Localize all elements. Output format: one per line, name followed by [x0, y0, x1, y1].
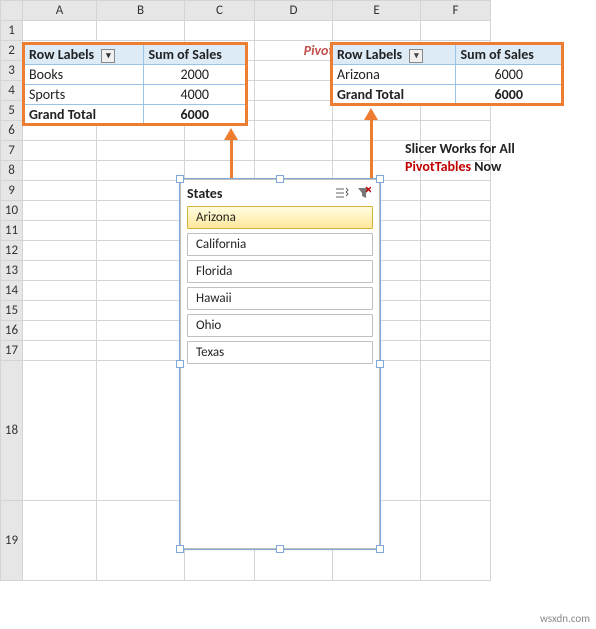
row-header-1[interactable]: 1 — [1, 21, 23, 41]
slicer-states[interactable]: States Arizona California Florida Hawaii… — [180, 179, 380, 549]
pivot1-row0-value: 2000 — [144, 65, 246, 85]
resize-handle-nw[interactable] — [176, 175, 184, 183]
resize-handle-ne[interactable] — [376, 175, 384, 183]
slicer-item-texas[interactable]: Texas — [187, 341, 373, 364]
pivot1-total-value: 6000 — [144, 105, 246, 125]
row-header-3[interactable]: 3 — [1, 61, 23, 81]
row-header-4[interactable]: 4 — [1, 81, 23, 101]
col-header-F[interactable]: F — [421, 1, 491, 21]
row-header-17[interactable]: 17 — [1, 341, 23, 361]
slicer-item-arizona[interactable]: Arizona — [187, 206, 373, 229]
row-header-5[interactable]: 5 — [1, 101, 23, 121]
pivot1-rowlabels-header[interactable]: Row Labels ▾ — [25, 45, 144, 65]
pivot2-total-label: Grand Total — [333, 85, 456, 105]
annotation-mid: PivotTables — [405, 158, 471, 175]
pivot2-values-header: Sum of Sales — [456, 45, 562, 65]
pivot2-row0-value: 6000 — [456, 65, 562, 85]
arrowhead-pivot1-icon — [224, 128, 238, 140]
slicer-item-florida[interactable]: Florida — [187, 260, 373, 283]
pivot1-row1-label: Sports — [25, 85, 144, 105]
pivot2-total-value: 6000 — [456, 85, 562, 105]
resize-handle-w[interactable] — [176, 360, 184, 368]
row-header-14[interactable]: 14 — [1, 281, 23, 301]
col-header-B[interactable]: B — [97, 1, 185, 21]
row-header-18[interactable]: 18 — [1, 361, 23, 501]
row-header-6[interactable]: 6 — [1, 121, 23, 141]
select-all-corner[interactable] — [1, 1, 23, 21]
pivot-table-1[interactable]: Row Labels ▾ Sum of Sales Books2000 Spor… — [24, 44, 246, 125]
pivot-table-2[interactable]: Row Labels ▾ Sum of Sales Arizona6000 Gr… — [332, 44, 562, 105]
pivot2-row0-label: Arizona — [333, 65, 456, 85]
arrowhead-pivot2-icon — [364, 108, 378, 120]
table-row[interactable]: Arizona6000 — [333, 65, 562, 85]
row-header-13[interactable]: 13 — [1, 261, 23, 281]
resize-handle-sw[interactable] — [176, 545, 184, 553]
pivot2-filter-dropdown[interactable]: ▾ — [409, 49, 423, 63]
slicer-header[interactable]: States — [181, 180, 379, 206]
resize-handle-s[interactable] — [276, 545, 284, 553]
slicer-item-hawaii[interactable]: Hawaii — [187, 287, 373, 310]
row-header-2[interactable]: 2 — [1, 41, 23, 61]
row-header-12[interactable]: 12 — [1, 241, 23, 261]
arrow-to-pivot1 — [230, 138, 233, 180]
row-header-11[interactable]: 11 — [1, 221, 23, 241]
annotation-text: Slicer Works for All PivotTables Now — [405, 140, 575, 176]
slicer-item-ohio[interactable]: Ohio — [187, 314, 373, 337]
clear-filter-icon[interactable] — [355, 184, 373, 202]
pivot2-rowlabels-header[interactable]: Row Labels ▾ — [333, 45, 456, 65]
pivot2-total-row[interactable]: Grand Total6000 — [333, 85, 562, 105]
pivot1-filter-dropdown[interactable]: ▾ — [101, 49, 115, 63]
arrow-to-pivot2 — [370, 118, 373, 180]
pivot1-row1-value: 4000 — [144, 85, 246, 105]
col-header-C[interactable]: C — [185, 1, 255, 21]
pivot1-row0-label: Books — [25, 65, 144, 85]
pivot2-rowlabels-text: Row Labels — [337, 46, 402, 63]
pivot1-rowlabels-text: Row Labels — [29, 46, 94, 63]
col-header-A[interactable]: A — [23, 1, 97, 21]
pivot1-values-header: Sum of Sales — [144, 45, 246, 65]
row-header-16[interactable]: 16 — [1, 321, 23, 341]
annotation-pre: Slicer Works for All — [405, 140, 515, 157]
row-header-10[interactable]: 10 — [1, 201, 23, 221]
row-header-9[interactable]: 9 — [1, 181, 23, 201]
slicer-item-california[interactable]: California — [187, 233, 373, 256]
pivot1-total-row[interactable]: Grand Total6000 — [25, 105, 246, 125]
slicer-title: States — [187, 185, 222, 202]
resize-handle-se[interactable] — [376, 545, 384, 553]
row-header-15[interactable]: 15 — [1, 301, 23, 321]
row-header-19[interactable]: 19 — [1, 501, 23, 581]
watermark: wsxdn.com — [540, 612, 590, 625]
slicer-body: Arizona California Florida Hawaii Ohio T… — [181, 206, 379, 374]
resize-handle-e[interactable] — [376, 360, 384, 368]
resize-handle-n[interactable] — [276, 175, 284, 183]
annotation-post: Now — [471, 158, 501, 175]
pivot1-total-label: Grand Total — [25, 105, 144, 125]
table-row[interactable]: Books2000 — [25, 65, 246, 85]
multi-select-icon[interactable] — [333, 184, 351, 202]
col-header-E[interactable]: E — [333, 1, 421, 21]
row-header-7[interactable]: 7 — [1, 141, 23, 161]
table-row[interactable]: Sports4000 — [25, 85, 246, 105]
col-header-D[interactable]: D — [255, 1, 333, 21]
row-header-8[interactable]: 8 — [1, 161, 23, 181]
